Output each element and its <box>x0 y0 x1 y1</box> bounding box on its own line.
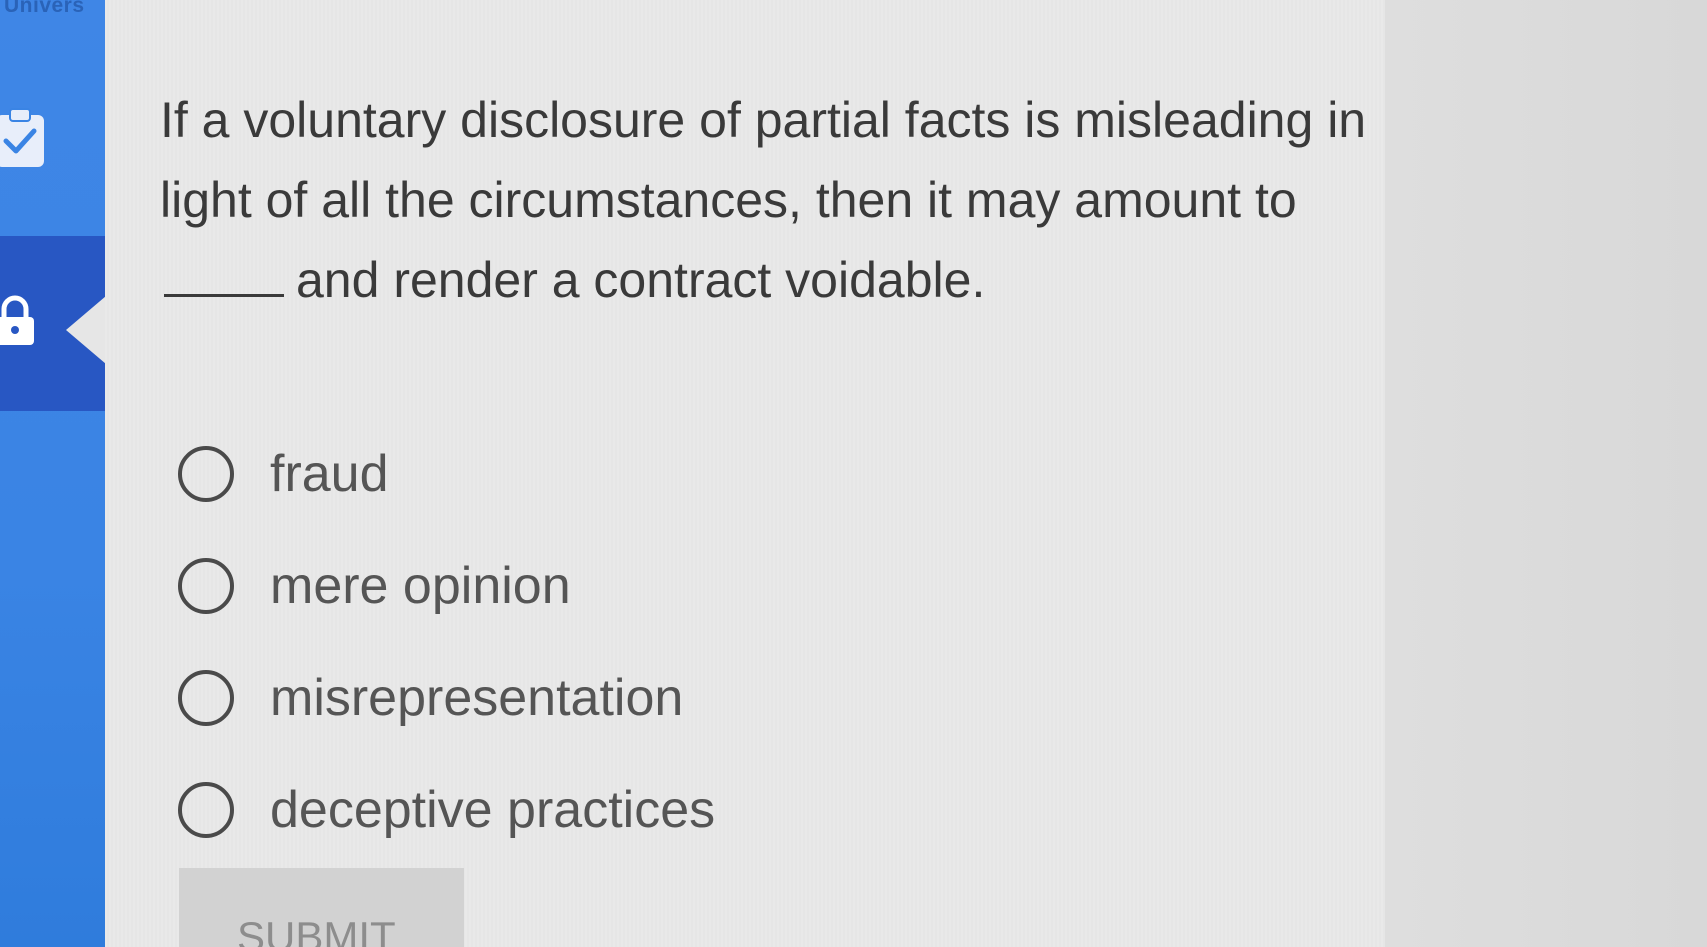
question-text-part2: and render a contract voidable. <box>296 252 986 308</box>
option-label: misrepresentation <box>270 669 684 727</box>
radio-button[interactable] <box>178 782 234 838</box>
option-misrepresentation[interactable]: misrepresentation <box>178 642 715 754</box>
radio-button[interactable] <box>178 670 234 726</box>
option-label: deceptive practices <box>270 781 716 839</box>
radio-button[interactable] <box>178 446 234 502</box>
sidebar: Univers <box>0 0 106 947</box>
option-mere-opinion[interactable]: mere opinion <box>178 530 715 642</box>
question-text: If a voluntary disclosure of partial fac… <box>160 80 1430 320</box>
radio-button[interactable] <box>178 558 234 614</box>
sidebar-item-locked[interactable] <box>0 236 106 411</box>
fill-in-blank <box>164 254 284 297</box>
option-deceptive-practices[interactable]: deceptive practices <box>178 754 715 866</box>
sidebar-item-tasks[interactable] <box>0 95 105 185</box>
lock-icon <box>0 295 34 345</box>
clipboard-check-icon <box>0 108 44 167</box>
question-card: If a voluntary disclosure of partial fac… <box>105 0 1385 947</box>
submit-button[interactable]: SUBMIT <box>179 868 464 947</box>
option-label: mere opinion <box>270 557 571 615</box>
background-area <box>1385 0 1707 947</box>
option-label: fraud <box>270 445 389 503</box>
question-text-part1: If a voluntary disclosure of partial fac… <box>160 92 1367 228</box>
answer-options: fraud mere opinion misrepresentation dec… <box>178 418 715 866</box>
screen: Univers If a voluntary disclosure of par… <box>0 0 1707 947</box>
brand-logo: Univers <box>4 0 85 17</box>
option-fraud[interactable]: fraud <box>178 418 715 530</box>
